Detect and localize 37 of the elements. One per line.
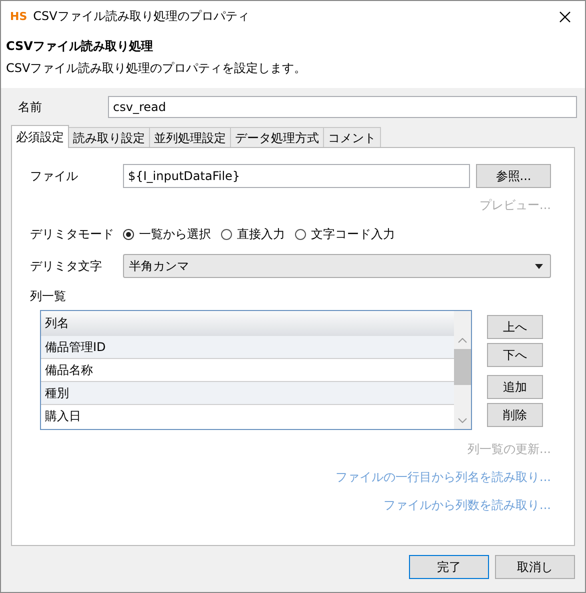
- scroll-up-icon[interactable]: [458, 338, 467, 343]
- delimiter-dropdown[interactable]: 半角カンマ: [123, 254, 551, 278]
- name-field[interactable]: csv_read: [108, 96, 577, 118]
- table-row[interactable]: 備品管理ID: [41, 336, 454, 359]
- app-logo: HS: [10, 10, 28, 23]
- name-label: 名前: [17, 98, 43, 116]
- tab[interactable]: 必須設定: [11, 125, 69, 148]
- dialog-description: CSVファイル読み取り処理のプロパティを設定します。: [6, 60, 308, 77]
- scrollbar[interactable]: [454, 311, 471, 429]
- close-icon[interactable]: [559, 10, 571, 22]
- scroll-down-icon[interactable]: [458, 418, 467, 423]
- list-action-button[interactable]: 追加: [487, 375, 543, 399]
- delimiter-mode-label: デリミタモード: [30, 226, 115, 243]
- column-header: 列名: [41, 311, 454, 336]
- tab[interactable]: 並列処理設定: [149, 127, 231, 147]
- scrollbar-thumb[interactable]: [454, 349, 471, 385]
- tab[interactable]: 読み取り設定: [68, 127, 150, 147]
- browse-button[interactable]: 参照...: [476, 164, 551, 188]
- list-action-button[interactable]: 上へ: [487, 315, 543, 339]
- dialog-heading: CSVファイル読み取り処理: [6, 38, 154, 55]
- dialog-button[interactable]: 完了: [409, 555, 489, 579]
- window-title: CSVファイル読み取り処理のプロパティ: [33, 8, 250, 25]
- list-action-button[interactable]: 下へ: [487, 343, 543, 367]
- radio-option[interactable]: 直接入力: [221, 226, 285, 243]
- list-action-button[interactable]: 削除: [487, 403, 543, 427]
- radio-option[interactable]: 一覧から選択: [123, 226, 211, 243]
- radio-option[interactable]: 文字コード入力: [295, 226, 395, 243]
- dropdown-caret-icon: [535, 264, 543, 268]
- tab[interactable]: データ処理方式: [230, 127, 324, 147]
- tab[interactable]: コメント: [323, 127, 381, 147]
- column-list-label: 列一覧: [30, 288, 67, 305]
- file-label: ファイル: [30, 168, 79, 184]
- table-row[interactable]: 種別: [41, 382, 454, 405]
- delimiter-char-label: デリミタ文字: [30, 258, 103, 274]
- file-field[interactable]: ${I_inputDataFile}: [123, 164, 470, 188]
- table-row[interactable]: 購入日: [41, 405, 454, 427]
- dialog-button[interactable]: 取消し: [495, 555, 575, 579]
